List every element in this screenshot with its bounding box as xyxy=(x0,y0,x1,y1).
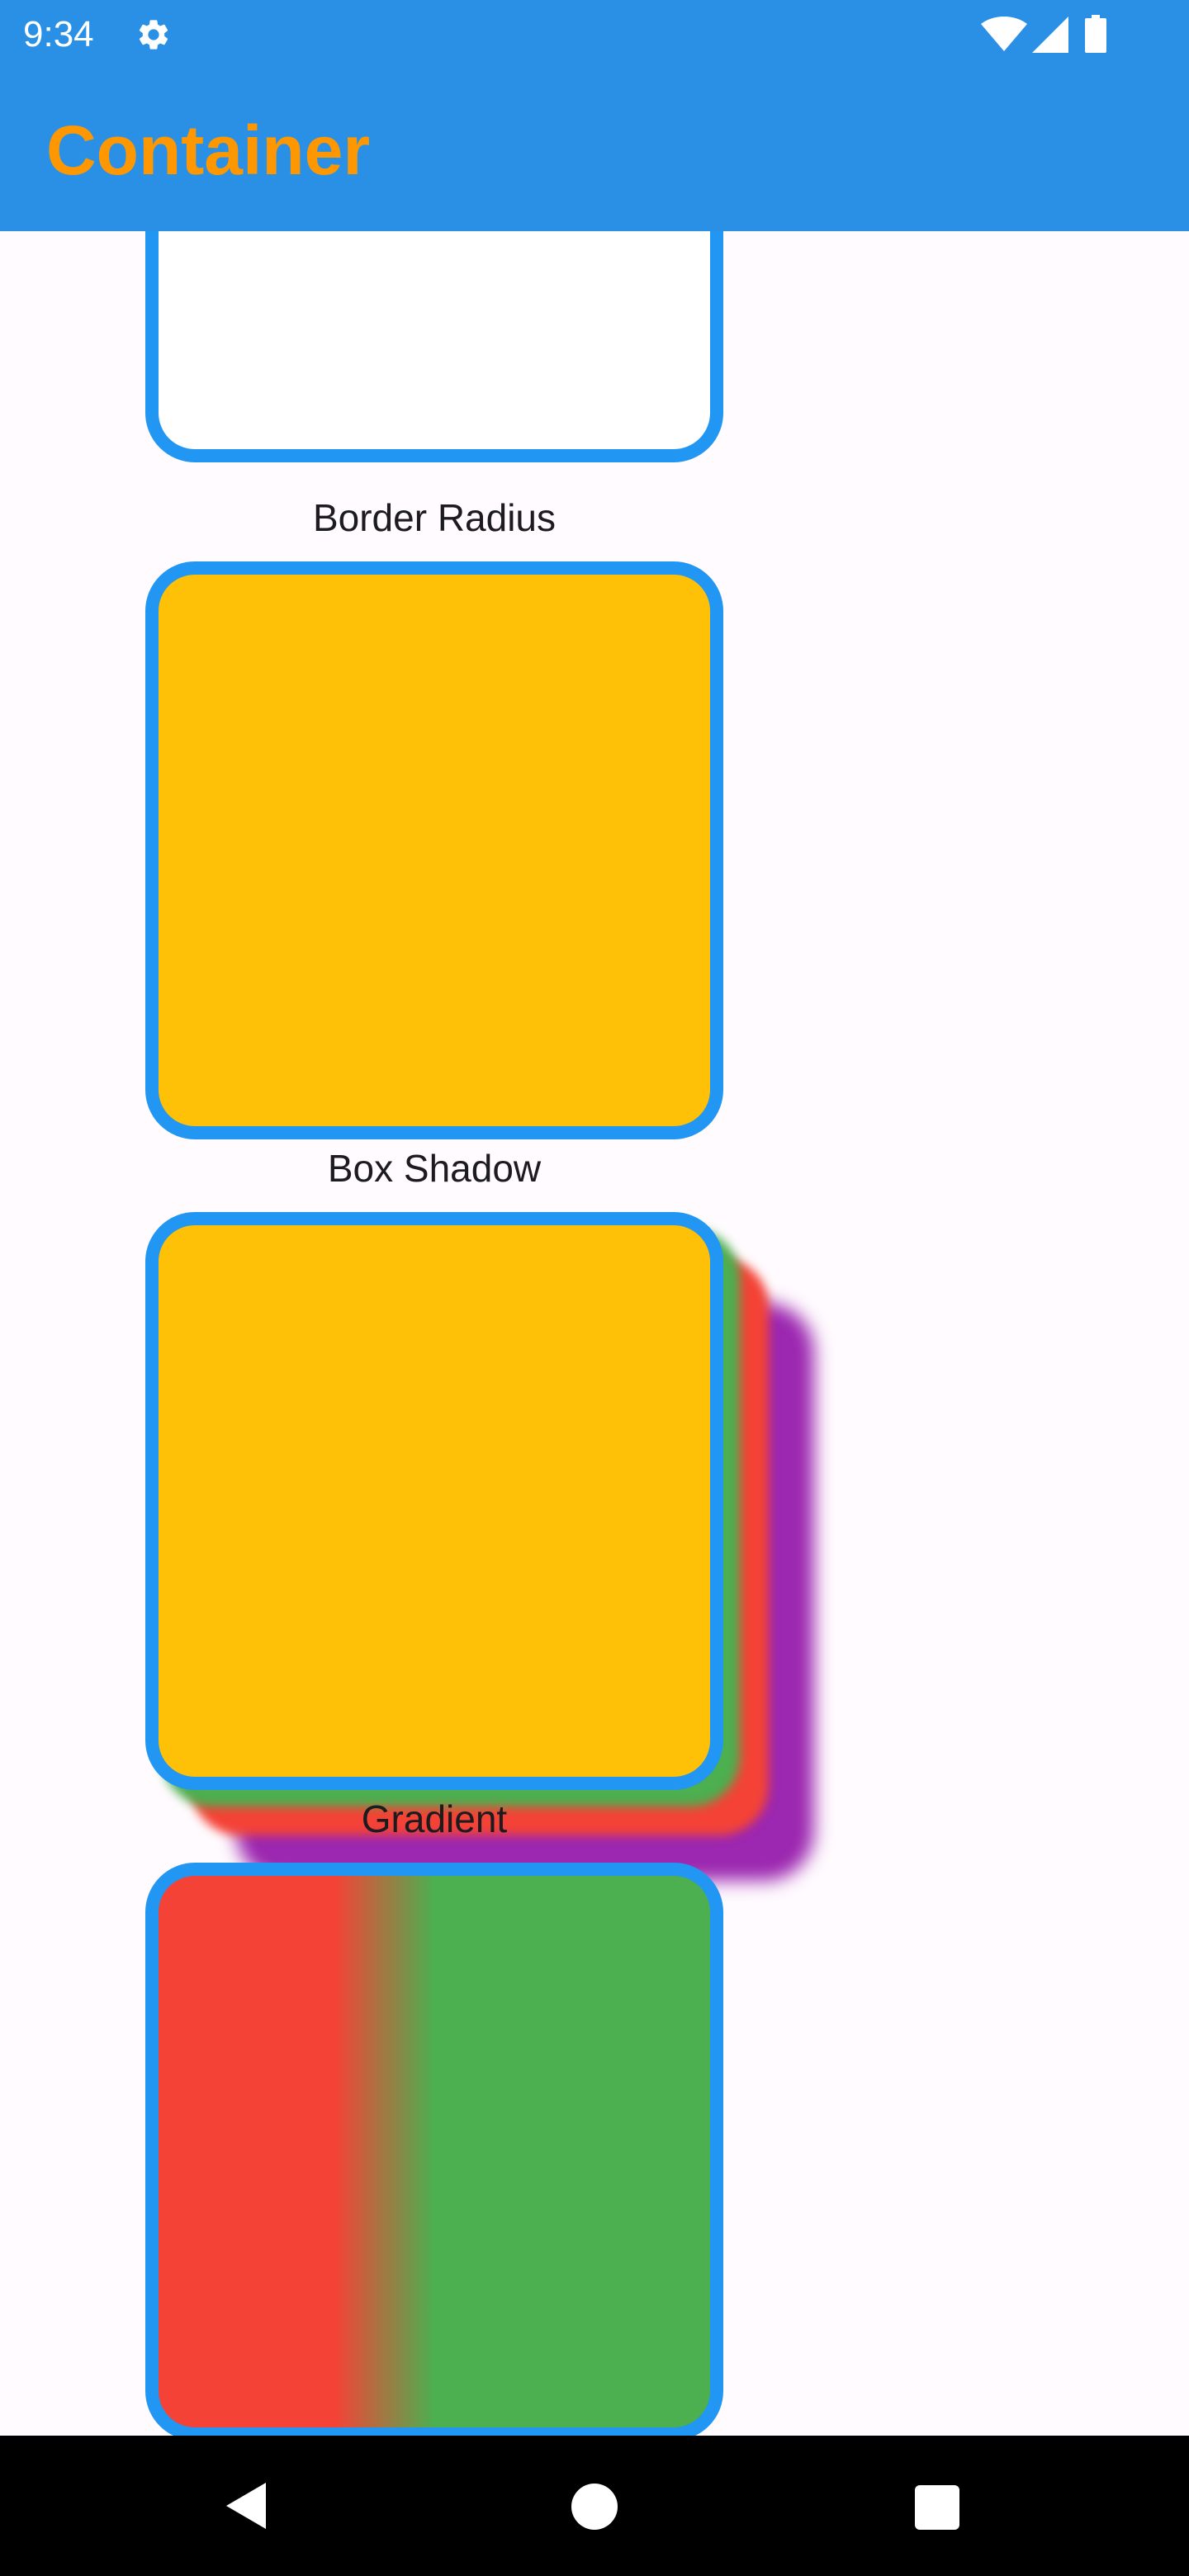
gear-icon xyxy=(139,20,168,50)
status-bar: 9:34 xyxy=(0,0,1189,69)
screen: 9:34 Container Border Radius Box Shadow … xyxy=(0,0,1189,2576)
container-box-white xyxy=(145,231,723,462)
caption-box-shadow: Box Shadow xyxy=(327,1147,542,1190)
container-box-border-radius xyxy=(145,561,723,1139)
signal-icon xyxy=(1032,17,1068,53)
container-box-shadow xyxy=(145,1212,723,1790)
container-box-gradient xyxy=(145,1863,723,2436)
app-bar: Container xyxy=(0,69,1189,231)
status-time: 9:34 xyxy=(23,14,94,54)
wifi-icon xyxy=(981,17,1027,51)
page-title: Container xyxy=(46,111,371,189)
caption-border-radius: Border Radius xyxy=(312,496,557,539)
content-list[interactable]: Border Radius Box Shadow Gradient xyxy=(0,231,1189,2436)
recents-icon[interactable] xyxy=(915,2485,959,2530)
battery-icon xyxy=(1085,15,1106,53)
navigation-bar xyxy=(0,2436,1189,2576)
caption-gradient: Gradient xyxy=(361,1797,508,1840)
home-icon[interactable] xyxy=(571,2484,618,2530)
back-icon[interactable] xyxy=(223,2481,272,2531)
